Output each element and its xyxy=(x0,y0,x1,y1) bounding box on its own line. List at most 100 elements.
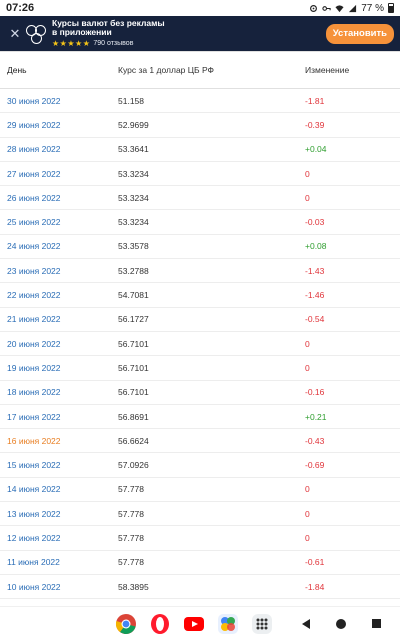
date-link[interactable]: 19 июня 2022 xyxy=(7,363,61,373)
date-link[interactable]: 14 июня 2022 xyxy=(7,484,61,494)
close-icon[interactable]: ✕ xyxy=(6,26,24,42)
header-rate: Курс за 1 доллар ЦБ РФ xyxy=(118,51,305,89)
change-cell: -1.43 xyxy=(305,258,400,284)
banner-rating: ★★★★★ 790 отзывов xyxy=(52,39,326,48)
date-link[interactable]: 17 июня 2022 xyxy=(7,412,61,422)
table-row: 28 июня 2022 53.3641 +0.04 xyxy=(0,137,400,162)
change-cell: -0.54 xyxy=(305,307,400,332)
rates-table: День Курс за 1 доллар ЦБ РФ Изменение 30… xyxy=(0,51,400,606)
table-row: 27 июня 2022 53.3234 0 xyxy=(0,161,400,187)
nav-buttons xyxy=(302,618,381,629)
date-link[interactable]: 25 июня 2022 xyxy=(7,217,61,227)
date-link[interactable]: 20 июня 2022 xyxy=(7,339,61,349)
table-row: 29 июня 2022 52.9699 -0.39 xyxy=(0,112,400,138)
date-link[interactable]: 24 июня 2022 xyxy=(7,241,61,251)
date-link[interactable]: 15 июня 2022 xyxy=(7,460,61,470)
table-row: 24 июня 2022 53.3578 +0.08 xyxy=(0,234,400,260)
date-cell: 16 июня 2022 xyxy=(0,428,118,454)
back-icon[interactable] xyxy=(302,618,310,629)
table-row: 30 июня 2022 51.158 -1.81 xyxy=(0,88,400,114)
table-row: 14 июня 2022 57.778 0 xyxy=(0,477,400,503)
date-cell: 17 июня 2022 xyxy=(0,404,118,430)
date-link[interactable]: 23 июня 2022 xyxy=(7,266,61,276)
date-link[interactable]: 13 июня 2022 xyxy=(7,509,61,519)
date-link[interactable]: 28 июня 2022 xyxy=(7,144,61,154)
youtube-icon[interactable] xyxy=(182,612,206,636)
date-link[interactable]: 29 июня 2022 xyxy=(7,120,61,130)
rate-cell: 53.3578 xyxy=(118,234,305,260)
header-change: Изменение xyxy=(305,51,400,89)
date-cell: 10 июня 2022 xyxy=(0,574,118,600)
rate-cell: 56.7101 xyxy=(118,331,305,357)
change-cell: -1.81 xyxy=(305,88,400,114)
home-icon[interactable] xyxy=(336,618,346,629)
reviews-count: 790 отзывов xyxy=(93,39,134,47)
banner-text: Курсы валют без рекламы в приложении ★★★… xyxy=(52,18,326,49)
dock-apps xyxy=(114,612,274,636)
date-link[interactable]: 21 июня 2022 xyxy=(7,314,61,324)
change-cell: -1.46 xyxy=(305,282,400,308)
table-row: 20 июня 2022 56.7101 0 xyxy=(0,331,400,357)
date-link[interactable]: 11 июня 2022 xyxy=(7,557,60,567)
change-cell: 0 xyxy=(305,355,400,381)
battery-icon xyxy=(388,3,394,13)
change-cell: +0.21 xyxy=(305,404,400,430)
date-cell: 11 июня 2022 xyxy=(0,550,118,575)
change-cell: -0.16 xyxy=(305,380,400,405)
gear-icon xyxy=(310,4,318,12)
date-link[interactable]: 22 июня 2022 xyxy=(7,290,61,300)
change-cell: -0.69 xyxy=(305,452,400,478)
rate-cell: 56.7101 xyxy=(118,355,305,381)
rate-cell: 58.3895 xyxy=(118,574,305,600)
coins-logo-icon xyxy=(26,23,48,45)
date-link[interactable]: 27 июня 2022 xyxy=(7,169,61,179)
change-cell: -0.61 xyxy=(305,550,400,575)
table-row: 13 июня 2022 57.778 0 xyxy=(0,501,400,527)
change-cell: -0.39 xyxy=(305,112,400,138)
install-button[interactable]: Установить xyxy=(325,23,394,44)
photos-icon[interactable] xyxy=(216,612,240,636)
date-link[interactable]: 10 июня 2022 xyxy=(7,582,61,592)
date-link[interactable]: 26 июня 2022 xyxy=(7,193,61,203)
chrome-icon[interactable] xyxy=(114,612,138,636)
rate-cell: 53.3234 xyxy=(118,209,305,235)
table-header-row: День Курс за 1 доллар ЦБ РФ Изменение xyxy=(0,51,400,89)
rate-cell: 54.7081 xyxy=(118,282,305,308)
change-cell: -0.03 xyxy=(305,209,400,235)
date-link[interactable]: 30 июня 2022 xyxy=(7,96,61,106)
date-link[interactable]: 16 июня 2022 xyxy=(7,436,61,446)
vpn-key-icon xyxy=(322,5,331,11)
rate-cell: 57.0926 xyxy=(118,452,305,478)
recents-icon[interactable] xyxy=(372,619,381,628)
rate-cell: 57.778 xyxy=(118,501,305,527)
date-cell: 22 июня 2022 xyxy=(0,282,118,308)
opera-icon[interactable] xyxy=(148,612,172,636)
table-row: 25 июня 2022 53.3234 -0.03 xyxy=(0,209,400,235)
date-cell: 13 июня 2022 xyxy=(0,501,118,527)
date-cell: 29 июня 2022 xyxy=(0,112,118,138)
table-row: 26 июня 2022 53.3234 0 xyxy=(0,185,400,211)
date-link[interactable]: 12 июня 2022 xyxy=(7,533,61,543)
rates-table-container[interactable]: День Курс за 1 доллар ЦБ РФ Изменение 30… xyxy=(0,51,400,606)
date-cell: 19 июня 2022 xyxy=(0,355,118,381)
table-row: 19 июня 2022 56.7101 0 xyxy=(0,355,400,381)
date-cell: 28 июня 2022 xyxy=(0,137,118,162)
rate-cell: 53.3234 xyxy=(118,185,305,211)
table-row: 17 июня 2022 56.8691 +0.21 xyxy=(0,404,400,430)
app-drawer-icon[interactable] xyxy=(250,612,274,636)
change-cell: +0.04 xyxy=(305,137,400,162)
status-time: 07:26 xyxy=(6,2,35,14)
date-cell: 27 июня 2022 xyxy=(0,161,118,187)
table-row: 9 июня 202260.2282-0.73 xyxy=(0,598,400,606)
change-cell: +0.08 xyxy=(305,234,400,260)
change-cell: 0 xyxy=(305,525,400,551)
rate-cell: 56.7101 xyxy=(118,380,305,405)
wifi-icon xyxy=(335,4,344,12)
table-row: 11 июня 2022 57.778 -0.61 xyxy=(0,550,400,575)
date-cell: 18 июня 2022 xyxy=(0,380,118,405)
star-rating-icon: ★★★★★ xyxy=(52,39,91,49)
date-link[interactable]: 18 июня 2022 xyxy=(7,387,61,397)
change-cell: 0 xyxy=(305,161,400,187)
date-cell: 14 июня 2022 xyxy=(0,477,118,503)
app-promo-banner[interactable]: ✕ Курсы валют без рекламы в приложении ★… xyxy=(0,16,400,51)
